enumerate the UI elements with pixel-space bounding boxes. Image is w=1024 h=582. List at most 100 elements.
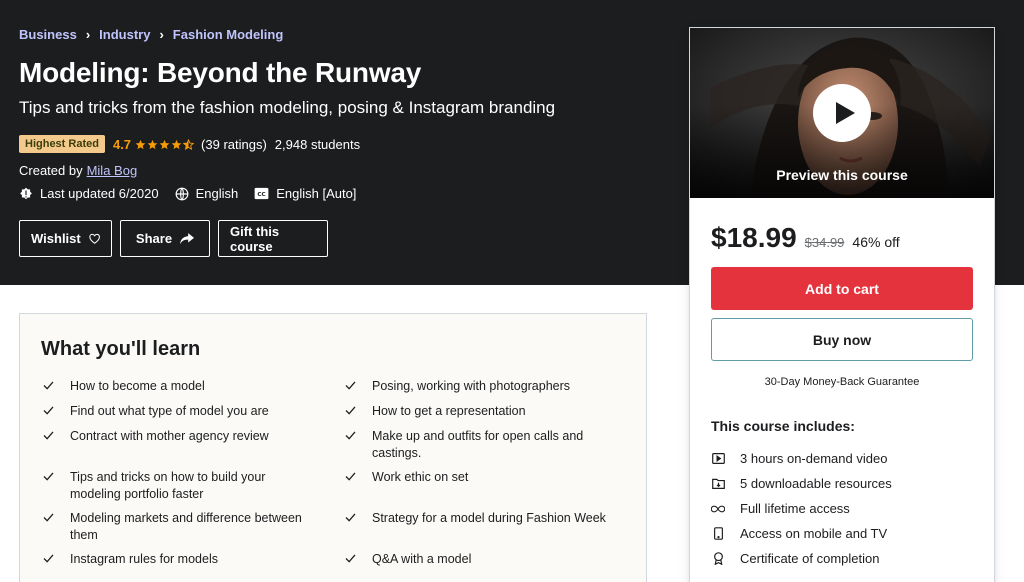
learn-item-text: Q&A with a model xyxy=(372,552,472,566)
what-youll-learn: What you'll learn How to become a model … xyxy=(19,313,647,582)
learn-item-text: Modeling markets and difference between … xyxy=(70,511,302,542)
check-icon xyxy=(345,381,356,390)
language: English xyxy=(175,186,239,201)
learn-item: Find out what type of model you are xyxy=(41,403,269,420)
check-icon xyxy=(345,554,356,563)
half-star-icon xyxy=(183,138,195,150)
heart-icon xyxy=(89,233,100,244)
check-icon xyxy=(43,513,54,522)
mobile-icon xyxy=(711,527,725,541)
learn-item-text: How to get a representation xyxy=(372,404,526,418)
includes-item-text: Certificate of completion xyxy=(740,551,880,566)
ratings-count[interactable]: (39 ratings) xyxy=(201,137,267,152)
check-icon xyxy=(43,381,54,390)
learn-item: How to become a model xyxy=(41,378,205,395)
learn-item-text: Work ethic on set xyxy=(372,470,469,484)
last-updated: Last updated 6/2020 xyxy=(19,186,159,201)
includes-item: Full lifetime access xyxy=(711,496,981,521)
course-preview[interactable]: Preview this course xyxy=(690,28,994,198)
includes-title: This course includes: xyxy=(711,418,855,434)
globe-icon xyxy=(175,187,188,200)
learn-item: Work ethic on set xyxy=(343,469,468,486)
header-actions: Wishlist Share Gift this course xyxy=(19,220,336,257)
closed-captions-icon: CC xyxy=(254,187,269,200)
course-title: Modeling: Beyond the Runway xyxy=(19,57,422,88)
play-button[interactable] xyxy=(813,84,871,142)
includes-item-text: Access on mobile and TV xyxy=(740,526,888,541)
check-icon xyxy=(43,431,54,440)
check-icon xyxy=(345,513,356,522)
includes-item: 3 hours on-demand video xyxy=(711,446,981,471)
purchase-card: Preview this course $18.99 $34.99 46% of… xyxy=(689,27,995,582)
check-icon xyxy=(345,431,356,440)
learn-item: Modeling markets and difference between … xyxy=(41,510,326,544)
instructor-link[interactable]: Mila Bog xyxy=(87,163,138,178)
learn-title: What you'll learn xyxy=(41,338,201,360)
infinity-icon xyxy=(711,502,725,516)
learn-item-text: Contract with mother agency review xyxy=(70,429,269,443)
share-label: Share xyxy=(135,231,173,246)
learn-item: Strategy for a model during Fashion Week xyxy=(343,510,633,527)
captions-text: English [Auto] xyxy=(276,186,357,201)
learn-item-text: Instagram rules for models xyxy=(70,552,218,566)
star-icon xyxy=(147,139,158,149)
learn-item: How to get a representation xyxy=(343,403,526,420)
learn-item: Tips and tricks on how to build your mod… xyxy=(41,469,301,503)
share-button[interactable]: Share xyxy=(120,220,210,257)
breadcrumb-business[interactable]: Business xyxy=(19,27,77,42)
certificate-icon xyxy=(711,552,725,566)
learn-item-text: Tips and tricks on how to build your mod… xyxy=(70,470,266,501)
breadcrumb: Business › Industry › Fashion Modeling xyxy=(19,27,283,42)
captions: CC English [Auto] xyxy=(254,186,356,201)
folder-download-icon xyxy=(711,477,725,491)
chevron-right-icon: › xyxy=(159,27,164,42)
learn-item: Make up and outfits for open calls and c… xyxy=(343,428,603,462)
check-icon xyxy=(345,472,356,481)
learn-item-text: Find out what type of model you are xyxy=(70,404,269,418)
wishlist-button[interactable]: Wishlist xyxy=(19,220,112,257)
created-by: Created by Mila Bog xyxy=(19,163,137,178)
includes-item: Certificate of completion xyxy=(711,546,981,571)
language-text: English xyxy=(195,186,239,201)
breadcrumb-industry[interactable]: Industry xyxy=(99,27,150,42)
video-icon xyxy=(711,452,725,466)
course-subtitle: Tips and tricks from the fashion modelin… xyxy=(19,98,556,117)
add-to-cart-button[interactable]: Add to cart xyxy=(711,267,973,310)
learn-item: Instagram rules for models xyxy=(41,551,218,568)
includes-item-text: 5 downloadable resources xyxy=(740,476,892,491)
learn-item-text: Posing, working with photographers xyxy=(372,379,571,393)
share-arrow-icon xyxy=(180,232,195,244)
includes-item-text: Full lifetime access xyxy=(740,501,850,516)
check-icon xyxy=(43,554,54,563)
highest-rated-badge: Highest Rated xyxy=(19,135,105,153)
learn-item-text: How to become a model xyxy=(70,379,205,393)
rating-row: Highest Rated 4.7 (39 ratings) 2,948 stu… xyxy=(19,134,360,154)
includes-item-text: 3 hours on-demand video xyxy=(740,451,888,466)
check-icon xyxy=(43,406,54,415)
buy-now-button[interactable]: Buy now xyxy=(711,318,973,361)
learn-item-text: Strategy for a model during Fashion Week xyxy=(372,511,606,525)
star-icon xyxy=(171,139,182,149)
course-meta: Last updated 6/2020 English CC English [… xyxy=(19,186,372,201)
includes-item: 5 downloadable resources xyxy=(711,471,981,496)
original-price: $34.99 xyxy=(804,235,845,250)
learn-item: Q&A with a model xyxy=(343,551,471,568)
current-price: $18.99 xyxy=(711,222,797,253)
price-row: $18.99 $34.99 46% off xyxy=(711,222,900,254)
chevron-right-icon: › xyxy=(85,27,91,42)
play-icon xyxy=(836,102,855,124)
gift-course-button[interactable]: Gift this course xyxy=(218,220,328,257)
discount-percent: 46% off xyxy=(852,234,900,250)
learn-item: Contract with mother agency review xyxy=(41,428,269,445)
check-icon xyxy=(345,406,356,415)
created-by-label: Created by xyxy=(19,163,83,178)
preview-label: Preview this course xyxy=(776,167,908,183)
star-icon xyxy=(135,139,146,149)
money-back-guarantee: 30-Day Money-Back Guarantee xyxy=(764,376,920,388)
gift-label: Gift this course xyxy=(230,223,280,254)
includes-list: 3 hours on-demand video 5 downloadable r… xyxy=(711,446,981,571)
check-icon xyxy=(43,472,54,481)
rating-value: 4.7 xyxy=(112,136,132,152)
breadcrumb-fashion-modeling[interactable]: Fashion Modeling xyxy=(173,27,284,42)
star-rating xyxy=(135,138,195,150)
